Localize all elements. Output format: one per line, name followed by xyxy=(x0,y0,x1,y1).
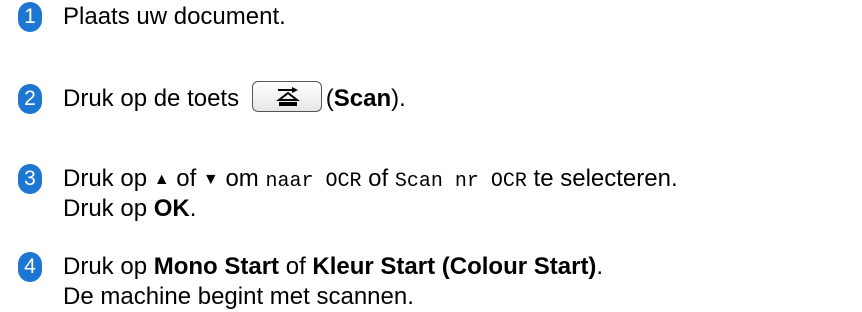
step-text: Druk op ▲ of ▼ om naar OCR of Scan nr OC… xyxy=(63,164,678,197)
scan-icon xyxy=(275,87,300,107)
ok-key-label: OK xyxy=(153,195,190,222)
instruction-text: Druk op xyxy=(63,195,148,222)
step-number-badge: 2 xyxy=(18,84,42,114)
step-text: Plaats uw document. xyxy=(63,2,286,32)
step-number-badge: 4 xyxy=(18,252,42,282)
scan-label: Scan xyxy=(333,85,392,112)
paren-close: ). xyxy=(391,85,406,112)
instruction-text: om xyxy=(225,165,259,192)
step-text-line-2: Druk op OK. xyxy=(63,194,196,224)
instruction-text: te selecteren. xyxy=(533,165,678,192)
down-arrow-icon: ▼ xyxy=(202,171,219,188)
menu-option-naar-ocr: naar OCR xyxy=(265,170,362,193)
mono-start-key-label: Mono Start xyxy=(153,253,280,280)
step-number-badge: 1 xyxy=(18,2,42,32)
step-number-badge: 3 xyxy=(18,164,42,194)
menu-option-scan-nr-ocr: Scan nr OCR xyxy=(394,170,527,193)
instruction-text: Druk op xyxy=(63,165,148,192)
up-arrow-icon: ▲ xyxy=(153,171,170,188)
step-text: Druk op de toets (Scan). xyxy=(63,81,406,115)
instruction-text: Druk op xyxy=(63,253,148,280)
instruction-text: Plaats uw document. xyxy=(63,3,286,30)
punctuation: . xyxy=(189,195,197,222)
instruction-text: of xyxy=(176,165,197,192)
instruction-text: Druk op de toets xyxy=(63,85,240,112)
step-text: Druk op Mono Start of Kleur Start (Colou… xyxy=(63,252,603,282)
scan-key-button[interactable] xyxy=(251,81,322,113)
paren-open: ( xyxy=(325,85,334,112)
punctuation: . xyxy=(596,253,604,280)
instruction-text: of xyxy=(368,165,389,192)
colour-start-key-label: Kleur Start (Colour Start) xyxy=(312,253,597,280)
instruction-text: De machine begint met scannen. xyxy=(63,283,414,310)
step-text-line-2: De machine begint met scannen. xyxy=(63,282,414,312)
instruction-text: of xyxy=(285,253,306,280)
